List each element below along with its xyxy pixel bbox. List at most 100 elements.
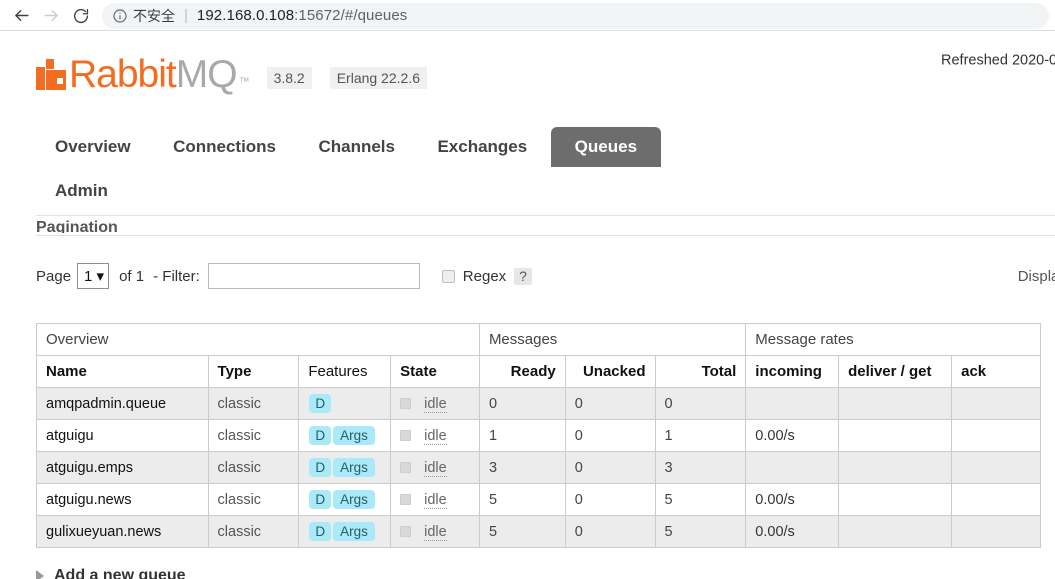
cell-queue-type: classic: [207, 515, 300, 548]
cell-queue-state: idle: [390, 419, 480, 452]
page-viewport: Rabbit MQ ™ 3.8.2 Erlang 22.2.6 Refreshed …: [0, 31, 1055, 579]
cell-deliver-get: [838, 419, 953, 452]
cell-queue-features: D Args: [298, 419, 392, 452]
column-header-name[interactable]: Name: [36, 355, 209, 388]
table-row[interactable]: atguigu.news classic D Args idle 5 0 5 0.…: [36, 483, 1041, 516]
reload-button[interactable]: [66, 2, 96, 30]
column-header-deliver-get[interactable]: deliver / get: [838, 355, 953, 388]
refresh-row: Refreshed 2020-02-18 19:49:34 Refresh ev…: [644, 45, 1055, 76]
cell-incoming: 0.00/s: [745, 419, 840, 452]
cell-ready: 1: [478, 419, 566, 452]
erlang-version-badge: Erlang 22.2.6: [329, 67, 427, 89]
version-badge: 3.8.2: [266, 67, 312, 89]
address-bar[interactable]: 不安全 | 192.168.0.108:15672/#/queues: [102, 2, 1049, 29]
back-arrow-icon: [12, 6, 31, 25]
regex-checkbox[interactable]: [441, 269, 455, 283]
reload-icon: [72, 7, 90, 25]
column-header-incoming[interactable]: incoming: [745, 355, 840, 388]
cell-incoming: [745, 451, 840, 484]
feature-badge-durable: D: [309, 490, 332, 509]
table-row[interactable]: atguigu classic D Args idle 1 0 1 0.00/s: [36, 419, 1041, 452]
state-text: idle: [424, 491, 447, 509]
nav-link-queues[interactable]: Queues: [550, 127, 662, 167]
nav-list: Overview Connections Channels Exchanges …: [36, 127, 736, 215]
nav-link-overview[interactable]: Overview: [36, 127, 150, 167]
column-header-type[interactable]: Type: [207, 355, 300, 388]
regex-label: Regex: [462, 267, 507, 285]
add-queue-section[interactable]: Add a new queue: [36, 567, 1055, 579]
url-text: 192.168.0.108:15672/#/queues: [197, 7, 408, 24]
nav-link-exchanges[interactable]: Exchanges: [418, 127, 546, 167]
column-header-ack[interactable]: ack: [951, 355, 1041, 388]
nav-link-admin[interactable]: Admin: [36, 171, 127, 211]
cell-unacked: 0: [564, 515, 656, 548]
column-header-unacked[interactable]: Unacked: [564, 355, 656, 388]
table-group-header-row: Overview Messages Message rates: [36, 323, 1041, 356]
cell-queue-name[interactable]: gulixueyuan.news: [36, 515, 209, 548]
regex-help-icon[interactable]: ?: [514, 267, 532, 285]
nav-item-channels[interactable]: Channels: [299, 127, 414, 167]
cell-deliver-get: [838, 387, 953, 420]
nav-item-connections[interactable]: Connections: [154, 127, 295, 167]
section-heading: Pagination: [36, 219, 118, 233]
rabbitmq-logo[interactable]: Rabbit MQ ™: [36, 53, 250, 96]
page-number-select[interactable]: 1 ▾: [77, 263, 110, 289]
cell-total: 0: [654, 387, 747, 420]
forward-button[interactable]: [36, 2, 66, 30]
filter-input[interactable]: [207, 263, 420, 289]
logo-text-rabbit: Rabbit: [69, 53, 177, 96]
nav-item-queues[interactable]: Queues: [550, 127, 662, 167]
cell-queue-name[interactable]: atguigu: [36, 419, 209, 452]
cell-ack: [951, 515, 1041, 548]
add-queue-label: Add a new queue: [54, 567, 186, 579]
table-row[interactable]: atguigu.emps classic D Args idle 3 0 3: [36, 451, 1041, 484]
feature-badge-durable: D: [309, 458, 332, 477]
pagination-left-group: Page 1 ▾ of 1 - Filter: Regex ?: [36, 263, 1055, 289]
nav-item-admin[interactable]: Admin: [36, 171, 127, 211]
state-text: idle: [424, 459, 447, 477]
column-header-ready[interactable]: Ready: [478, 355, 566, 388]
group-header-messages: Messages: [478, 323, 747, 356]
forward-arrow-icon: [42, 6, 61, 25]
state-indicator-icon: [400, 430, 412, 442]
column-header-features[interactable]: Features: [298, 355, 392, 388]
cell-queue-type: classic: [207, 419, 300, 452]
cell-deliver-get: [838, 515, 953, 548]
cell-queue-name[interactable]: atguigu.news: [36, 483, 209, 516]
table-row[interactable]: gulixueyuan.news classic D Args idle 5 0 …: [36, 515, 1041, 548]
nav-link-channels[interactable]: Channels: [299, 127, 414, 167]
cell-incoming: 0.00/s: [745, 483, 840, 516]
back-button[interactable]: [6, 2, 36, 30]
state-text: idle: [424, 427, 447, 445]
feature-badge-args: Args: [333, 458, 375, 477]
queues-table-body: amqpadmin.queue classic D idle 0 0 0 atg…: [36, 387, 1041, 548]
cell-ready: 0: [478, 387, 566, 420]
nav-link-connections[interactable]: Connections: [154, 127, 295, 167]
refreshed-timestamp: Refreshed 2020-02-18 19:49:34: [941, 52, 1055, 69]
cell-queue-type: classic: [207, 451, 300, 484]
queues-table-wrapper: Overview Messages Message rates Name Typ…: [36, 323, 1055, 548]
nav-item-overview[interactable]: Overview: [36, 127, 150, 167]
cell-queue-type: classic: [207, 387, 300, 420]
info-circle-icon[interactable]: [112, 8, 128, 24]
page-count-text: of 1: [119, 267, 145, 285]
nav-item-exchanges[interactable]: Exchanges: [418, 127, 546, 167]
queues-table: Overview Messages Message rates Name Typ…: [36, 323, 1041, 548]
cell-queue-name[interactable]: amqpadmin.queue: [36, 387, 209, 420]
column-header-total[interactable]: Total: [654, 355, 747, 388]
table-row[interactable]: amqpadmin.queue classic D idle 0 0 0: [36, 387, 1041, 420]
virtual-host-row: Virtu: [644, 76, 1055, 107]
cell-queue-name[interactable]: atguigu.emps: [36, 451, 209, 484]
column-header-state[interactable]: State: [390, 355, 480, 388]
cell-queue-state: idle: [390, 515, 480, 548]
cell-unacked: 0: [564, 419, 656, 452]
state-indicator-icon: [400, 462, 412, 474]
cell-ready: 3: [478, 451, 566, 484]
feature-badge-durable: D: [309, 394, 332, 413]
cell-unacked: 0: [564, 483, 656, 516]
state-text: idle: [424, 395, 447, 413]
cell-ack: [951, 451, 1041, 484]
cell-unacked: 0: [564, 387, 656, 420]
rabbitmq-mark-icon: [36, 59, 66, 90]
cell-deliver-get: [838, 451, 953, 484]
